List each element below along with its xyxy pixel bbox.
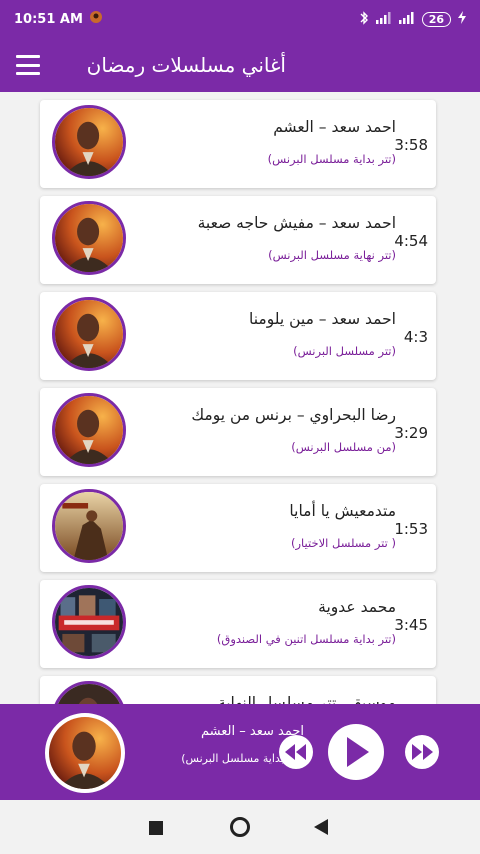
status-time: 10:51 AM — [14, 11, 83, 27]
song-cover-image — [52, 585, 126, 659]
song-duration: 3:29 — [394, 424, 428, 442]
song-subtitle: (تتر بداية مسلسل اتنين في الصندوق) — [216, 632, 396, 646]
back-button[interactable] — [314, 819, 328, 839]
song-subtitle: ( تتر مسلسل الاختيار) — [290, 536, 396, 550]
song-card[interactable]: احمد سعد – مين يلومنا 4:3 (تتر مسلسل الب… — [40, 292, 436, 380]
song-duration: 4:54 — [394, 232, 428, 250]
circle-icon — [230, 817, 250, 837]
song-duration: 3:45 — [394, 616, 428, 634]
song-card[interactable]: احمد سعد – مفيش حاجه صعبة 4:54 (تتر نهاي… — [40, 196, 436, 284]
play-button[interactable] — [328, 724, 384, 780]
song-title: موسيقى تتر مسلسل النهاية — [217, 694, 396, 704]
song-duration: 4:3 — [403, 328, 428, 346]
song-cover-image — [52, 105, 126, 179]
song-title: متدمعيش يا أمايا — [289, 502, 396, 520]
song-duration: 1:53 — [394, 520, 428, 538]
charging-icon — [458, 11, 466, 27]
rewind-icon — [285, 744, 306, 760]
app-bar: أغاني مسلسلات رمضان — [0, 38, 480, 92]
song-cover-image — [52, 489, 126, 563]
recents-button[interactable] — [149, 820, 163, 839]
song-title: احمد سعد – العشم — [273, 118, 396, 136]
signal-icon-2 — [398, 11, 415, 27]
next-button[interactable] — [405, 735, 439, 769]
song-card[interactable]: احمد سعد – العشم 3:58 (تتر بداية مسلسل ا… — [40, 100, 436, 188]
previous-button[interactable] — [279, 735, 313, 769]
song-cover-image — [52, 681, 126, 704]
home-button[interactable] — [229, 816, 251, 842]
song-cover-image — [52, 201, 126, 275]
song-title: احمد سعد – مفيش حاجه صعبة — [197, 214, 396, 232]
song-subtitle: (من مسلسل البرنس) — [291, 440, 396, 454]
song-list[interactable]: احمد سعد – العشم 3:58 (تتر بداية مسلسل ا… — [0, 92, 480, 704]
song-subtitle: (تتر بداية مسلسل البرنس) — [267, 152, 396, 166]
mini-player[interactable]: احمد سعد – العشم (تتر بداية مسلسل البرنس… — [0, 704, 480, 800]
status-left: 10:51 AM — [14, 10, 103, 28]
song-subtitle: (تتر نهاية مسلسل البرنس) — [268, 248, 396, 262]
player-cover-image — [45, 713, 125, 793]
hamburger-menu-icon[interactable] — [16, 55, 40, 75]
signal-icon — [375, 11, 392, 27]
square-icon — [149, 821, 163, 835]
status-right: 26 — [359, 10, 466, 28]
song-title: محمد عدوية — [318, 598, 396, 616]
song-title: رضا البحراوي – برنس من يومك — [191, 406, 396, 424]
song-card[interactable]: موسيقى تتر مسلسل النهاية — [40, 676, 436, 704]
play-icon — [347, 737, 369, 767]
app-title: أغاني مسلسلات رمضان — [86, 53, 286, 77]
notification-icon — [89, 10, 103, 28]
song-card[interactable]: محمد عدوية 3:45 (تتر بداية مسلسل اتنين ف… — [40, 580, 436, 668]
song-card[interactable]: رضا البحراوي – برنس من يومك 3:29 (من مسل… — [40, 388, 436, 476]
song-cover-image — [52, 393, 126, 467]
song-duration: 3:58 — [394, 136, 428, 154]
song-cover-image — [52, 297, 126, 371]
system-nav-bar — [0, 800, 480, 854]
song-card[interactable]: متدمعيش يا أمايا 1:53 ( تتر مسلسل الاختي… — [40, 484, 436, 572]
fast-forward-icon — [412, 744, 433, 760]
bluetooth-icon — [359, 10, 369, 28]
song-subtitle: (تتر مسلسل البرنس) — [293, 344, 396, 358]
song-title: احمد سعد – مين يلومنا — [249, 310, 396, 328]
battery-indicator: 26 — [421, 11, 451, 27]
status-bar: 10:51 AM 26 — [0, 0, 480, 38]
back-triangle-icon — [314, 819, 328, 835]
